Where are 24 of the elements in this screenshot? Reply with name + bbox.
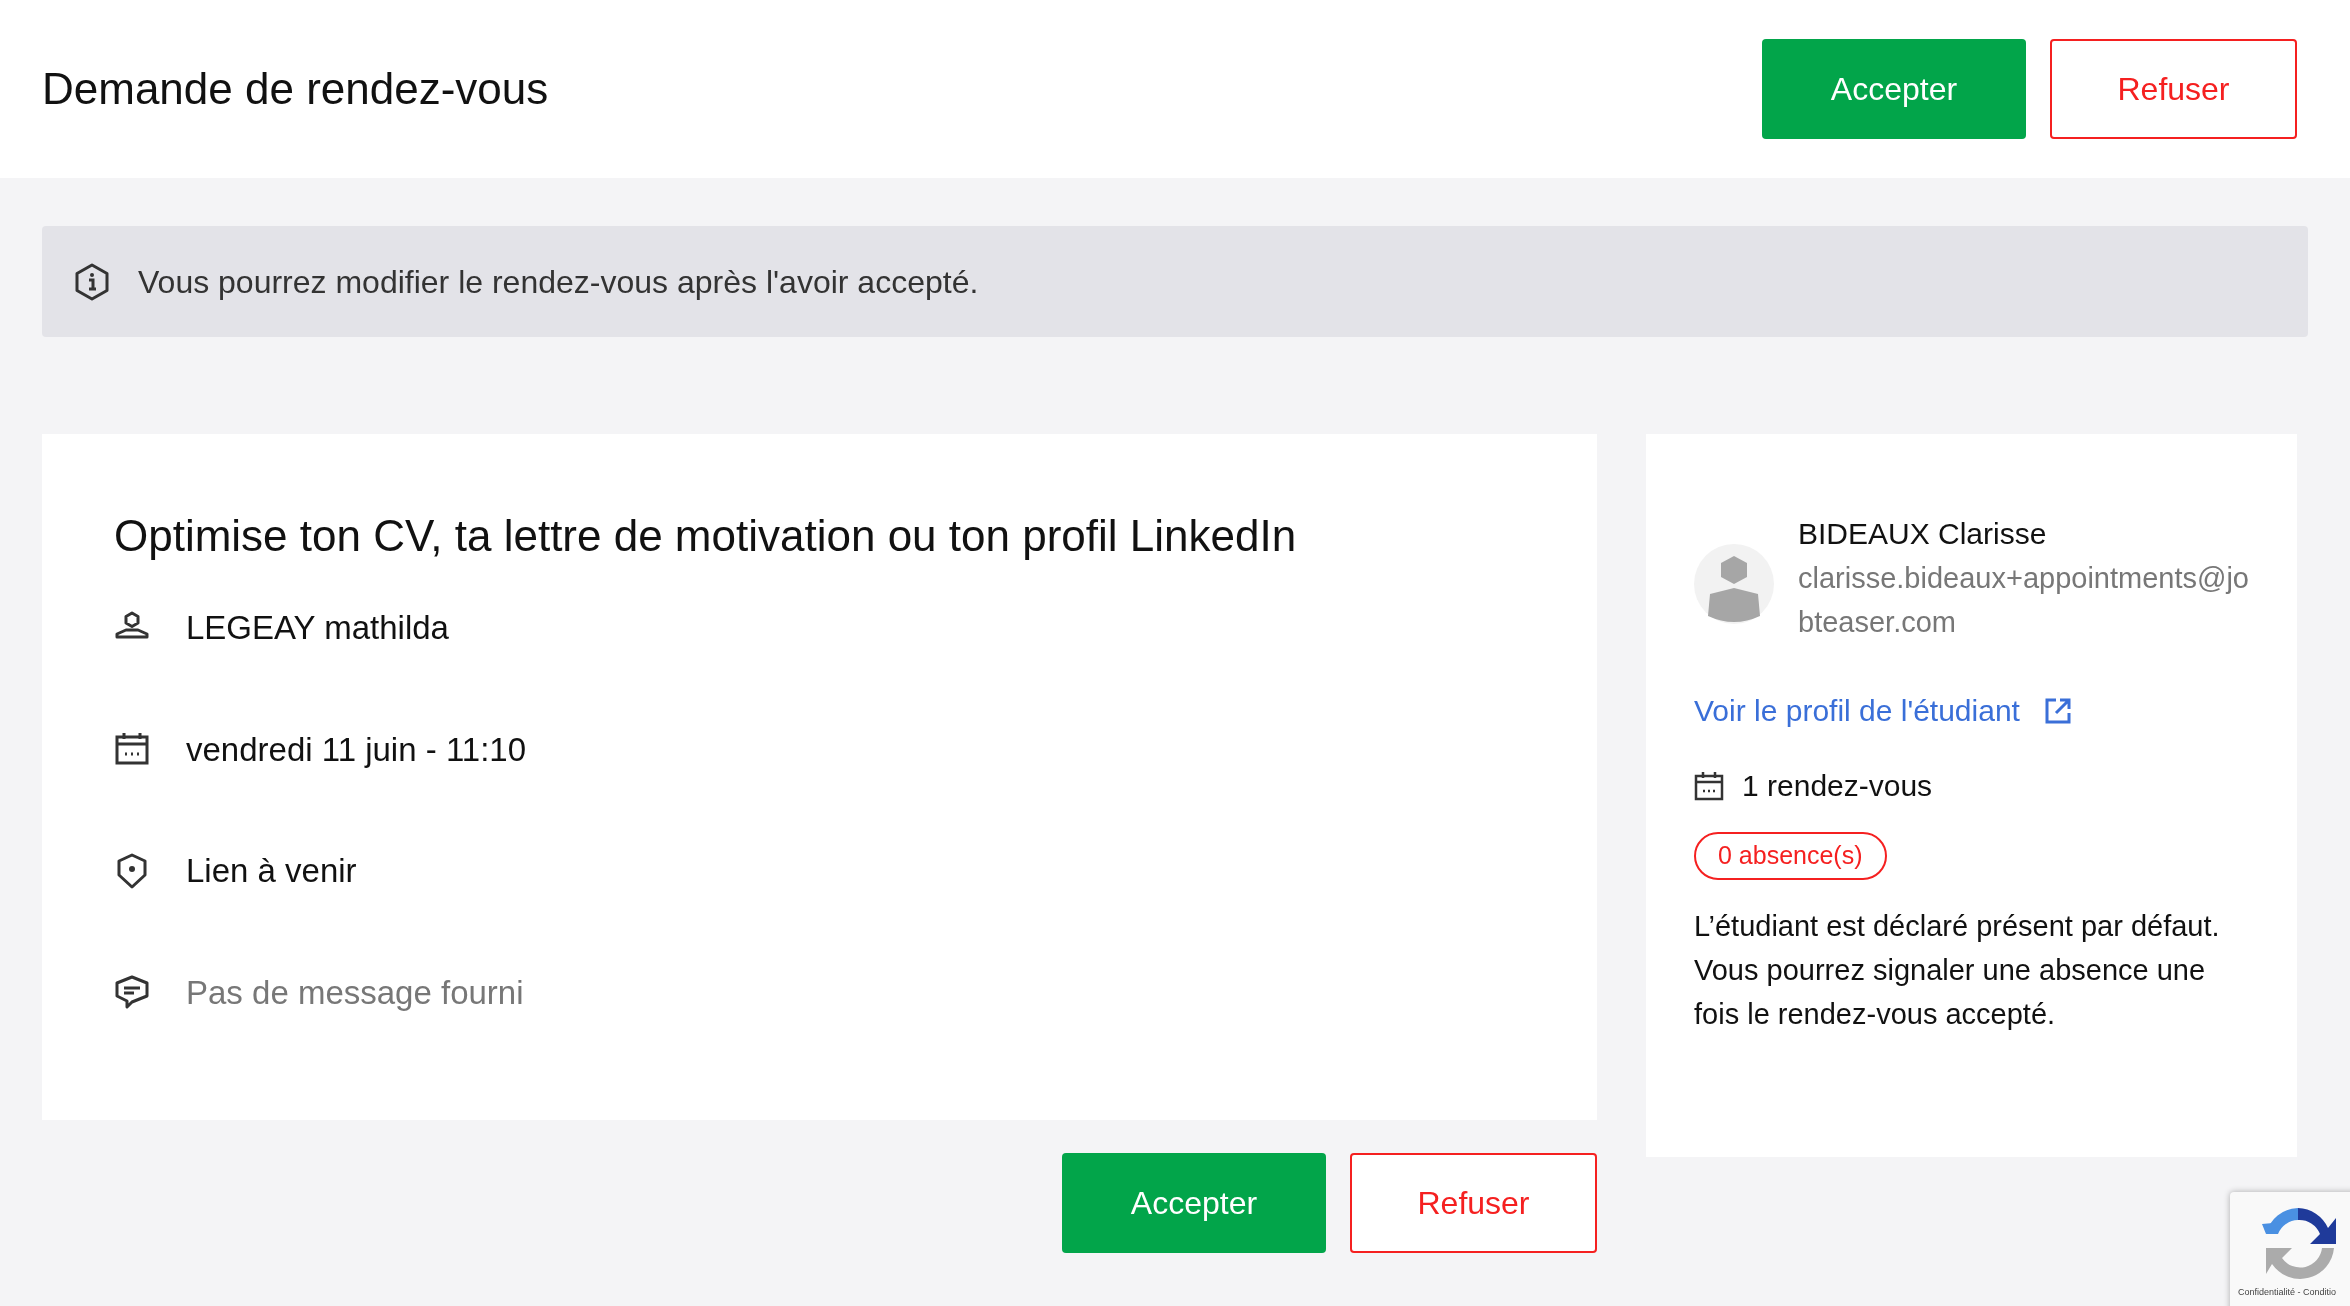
page-title: Demande de rendez-vous [42, 63, 549, 115]
detail-text: Pas de message fourni [186, 972, 524, 1013]
recaptcha-text: Confidentialité - Conditio [2238, 1286, 2337, 1299]
avatar-icon [1694, 544, 1774, 624]
info-icon [74, 262, 110, 301]
notice-text: Vous pourrez modifier le rendez-vous après l'avoir accepté. [138, 262, 979, 302]
detail-text: Lien à venir [186, 851, 357, 891]
student-email: clarisse.bideaux+appointments@jobteaser.com [1798, 561, 2249, 640]
detail-text: LEGEAY mathilda [186, 608, 449, 648]
refuse-button[interactable]: Refuser [1350, 1153, 1597, 1253]
external-link-icon [2043, 696, 2072, 725]
appointment-title: Optimise ton CV, ta lettre de motivation ou ton profil LinkedIn [114, 510, 1298, 562]
calendar-icon [1694, 770, 1724, 801]
attendance-note: L’étudiant est déclaré présent par défaut. Vous pourrez signaler une absence une fois le rendez-vous accepté. [1694, 909, 2221, 1032]
calendar-icon [114, 731, 150, 768]
accept-button[interactable]: Accepter [1762, 39, 2026, 139]
refuse-button[interactable]: Refuser [2050, 39, 2297, 139]
absence-badge: 0 absence(s) [1694, 832, 1887, 880]
student-name: BIDEAUX Clarisse [1798, 516, 2048, 552]
profile-link[interactable]: Voir le profil de l'étudiant [1694, 688, 2072, 733]
message-icon [114, 974, 150, 1011]
appointment-count: 1 rendez-vous [1742, 768, 1933, 804]
detail-text: vendredi 11 juin - 11:10 [186, 729, 526, 770]
accept-button[interactable]: Accepter [1062, 1153, 1326, 1253]
